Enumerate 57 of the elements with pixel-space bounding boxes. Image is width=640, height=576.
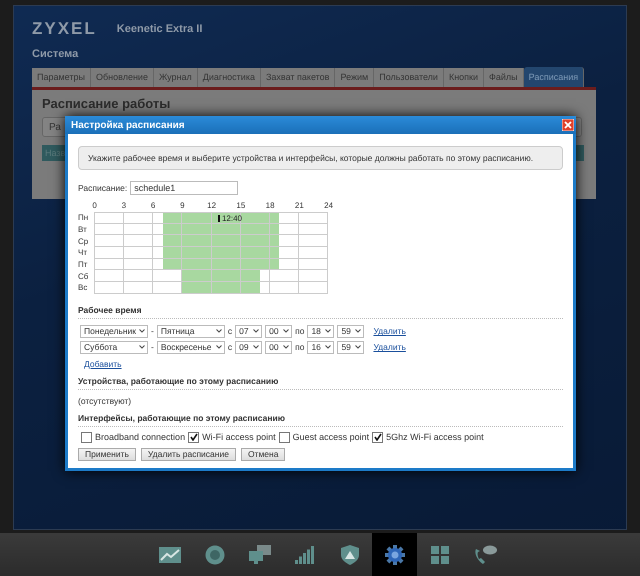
hour-label: 21 <box>294 201 305 210</box>
info-message: Укажите рабочее время и выберите устройства и интерфейсы, которые должны работать по этому расписанию. <box>78 146 563 170</box>
schedule-name-field[interactable]: schedule1 <box>130 181 238 195</box>
dialog-button[interactable]: Применить <box>78 448 136 461</box>
devices-heading: Устройства, работающие по этому расписанию <box>78 376 563 390</box>
day-label: Пн <box>78 213 90 222</box>
empty-message: (отсутствуют) <box>78 396 132 406</box>
from-label: с <box>228 342 232 352</box>
dialog-button[interactable]: Отмена <box>240 448 286 461</box>
day-label: Ср <box>78 236 90 246</box>
dropdown[interactable]: 00 <box>265 324 292 338</box>
day-label: Сб <box>78 272 90 281</box>
dropdown[interactable]: 07 <box>235 324 262 338</box>
logo: ZYXEL <box>32 19 97 39</box>
hour-label: 12 <box>206 201 218 210</box>
checkbox-label: Guest access point <box>292 432 370 442</box>
hour-label: 18 <box>264 201 276 210</box>
hour-label: 6 <box>150 201 156 210</box>
dash: - <box>151 342 154 352</box>
current-time: 12:40 <box>222 214 242 223</box>
dropdown[interactable]: 59 <box>337 324 364 338</box>
day-label: Пт <box>78 260 88 270</box>
dropdown[interactable]: Пятница <box>156 324 225 338</box>
to-label: по <box>295 326 304 336</box>
checkbox-label: Wi-Fi access point <box>202 432 276 442</box>
dropdown[interactable]: 18 <box>307 324 334 338</box>
dropdown[interactable]: Понедельник <box>80 324 148 338</box>
hour-label: 0 <box>91 201 98 210</box>
delete-link[interactable]: Удалить <box>373 326 406 336</box>
day-label: Вт <box>78 225 88 234</box>
work-time-heading: Рабочее время <box>78 304 563 319</box>
dialog-button[interactable]: Удалить расписание <box>140 448 236 461</box>
hour-label: 24 <box>323 201 334 210</box>
section-title: Система <box>32 48 80 60</box>
dropdown[interactable]: 59 <box>337 340 364 354</box>
to-label: по <box>295 342 304 352</box>
dropdown[interactable]: Воскресенье <box>156 340 225 354</box>
checkbox-label: 5Ghz Wi-Fi access point <box>386 432 484 442</box>
hour-label: 15 <box>235 201 246 210</box>
checkbox-label: Broadband connection <box>95 432 186 442</box>
dialog-title: Настройка расписания <box>71 120 185 130</box>
page-title: Расписание работы <box>42 96 172 111</box>
hour-label: 9 <box>179 201 186 210</box>
day-label: Вс <box>78 283 88 292</box>
model-name: Keenetic Extra II <box>116 23 202 35</box>
dropdown[interactable]: 09 <box>235 340 262 354</box>
day-label: Чт <box>78 248 88 258</box>
schedule-label: Расписание: <box>78 183 128 193</box>
delete-link[interactable]: Удалить <box>373 342 406 352</box>
add-link[interactable]: Добавить <box>84 358 122 369</box>
dash: - <box>151 326 154 336</box>
dropdown[interactable]: 00 <box>265 340 292 354</box>
from-label: с <box>228 326 232 336</box>
dropdown[interactable]: Суббота <box>80 340 148 354</box>
dropdown[interactable]: 16 <box>307 340 334 354</box>
hour-label: 3 <box>120 201 128 210</box>
interfaces-heading: Интерфейсы, работающие по этому расписанию <box>78 412 563 427</box>
